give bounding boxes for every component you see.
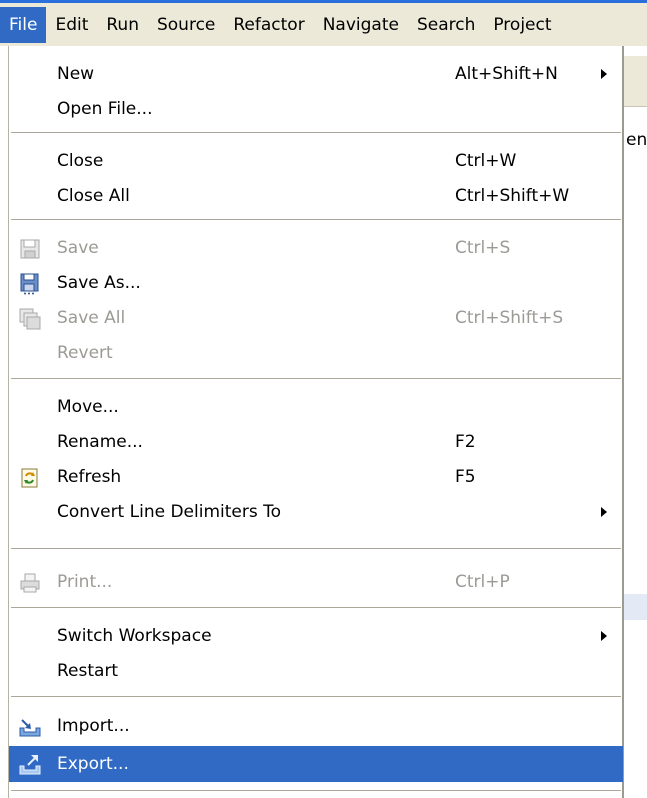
menu-item-save-as[interactable]: Save As... [9,265,623,301]
background-toolbar [622,56,647,107]
submenu-arrow-icon [601,631,607,641]
menu-item-label: New [57,64,95,84]
editor-background [622,46,647,798]
menu-item-shortcut: F5 [455,467,476,487]
print-icon [19,571,41,593]
menu-item-rename[interactable]: Rename... F2 [9,424,623,460]
menu-item-shortcut: F2 [455,432,476,452]
menu-item-open-file[interactable]: Open File... [9,91,623,127]
menu-item-label: Save [57,238,99,258]
menu-item-close-all[interactable]: Close All Ctrl+Shift+W [9,178,623,214]
menu-item-refresh[interactable]: Refresh F5 [9,459,623,495]
menu-separator [11,790,621,792]
menu-project[interactable]: Project [484,7,560,43]
menu-separator [11,607,621,609]
menu-item-shortcut: Alt+Shift+N [455,64,558,84]
background-partial-text: en [626,130,647,150]
refresh-icon [19,466,41,488]
menu-separator [11,378,621,380]
menu-item-label: Export... [57,754,129,774]
menu-item-label: Save As... [57,273,141,293]
menu-item-close[interactable]: Close Ctrl+W [9,143,623,179]
background-selection [624,594,647,620]
menu-bar: File Edit Run Source Refactor Navigate S… [0,0,647,46]
menu-separator [11,696,621,698]
menu-item-label: Save All [57,308,126,328]
save-all-icon [19,307,41,330]
menu-source[interactable]: Source [148,7,224,43]
menu-navigate[interactable]: Navigate [314,7,408,43]
submenu-arrow-icon [601,507,607,517]
menu-item-new[interactable]: New Alt+Shift+N [9,56,623,92]
menu-item-label: Print... [57,572,113,592]
menu-item-save-all[interactable]: Save All Ctrl+Shift+S [9,300,623,336]
menu-item-shortcut: Ctrl+W [455,151,517,171]
menu-item-restart[interactable]: Restart [9,653,623,689]
export-icon [19,753,41,775]
submenu-arrow-icon [601,69,607,79]
menu-item-save[interactable]: Save Ctrl+S [9,230,623,266]
menu-separator [11,132,621,134]
menu-item-switch-workspace[interactable]: Switch Workspace [9,618,623,654]
save-icon [19,237,41,259]
menu-item-label: Refresh [57,467,122,487]
menu-file[interactable]: File [0,6,47,43]
menu-item-label: Move... [57,397,119,417]
menu-item-label: Rename... [57,432,143,452]
menu-item-label: Close [57,151,104,171]
menu-item-print[interactable]: Print... Ctrl+P [9,564,623,600]
menu-item-label: Close All [57,186,130,206]
file-menu-dropdown: New Alt+Shift+N Open File... Close Ctrl+… [8,46,624,798]
menu-item-convert-line-delimiters[interactable]: Convert Line Delimiters To [9,494,623,530]
menu-item-label: Convert Line Delimiters To [57,502,282,522]
menu-item-revert[interactable]: Revert [9,335,623,371]
menu-item-label: Import... [57,716,130,736]
menu-refactor[interactable]: Refactor [224,7,313,43]
menu-item-label: Switch Workspace [57,626,212,646]
menu-item-shortcut: Ctrl+P [455,572,510,592]
menu-search[interactable]: Search [408,7,484,43]
menu-item-shortcut: Ctrl+S [455,238,511,258]
save-as-icon [19,272,41,295]
menu-item-shortcut: Ctrl+Shift+W [455,186,570,206]
menu-run[interactable]: Run [97,7,148,43]
menu-item-shortcut: Ctrl+Shift+S [455,308,564,328]
menu-item-label: Open File... [57,99,153,119]
menu-separator [11,219,621,221]
menu-edit[interactable]: Edit [46,7,97,43]
import-icon [19,715,41,737]
menu-item-move[interactable]: Move... [9,389,623,425]
menu-item-export[interactable]: Export... [9,746,623,782]
menu-item-label: Revert [57,343,113,363]
menu-item-import[interactable]: Import... [9,708,623,744]
menu-separator [11,548,621,550]
menu-item-label: Restart [57,661,119,681]
